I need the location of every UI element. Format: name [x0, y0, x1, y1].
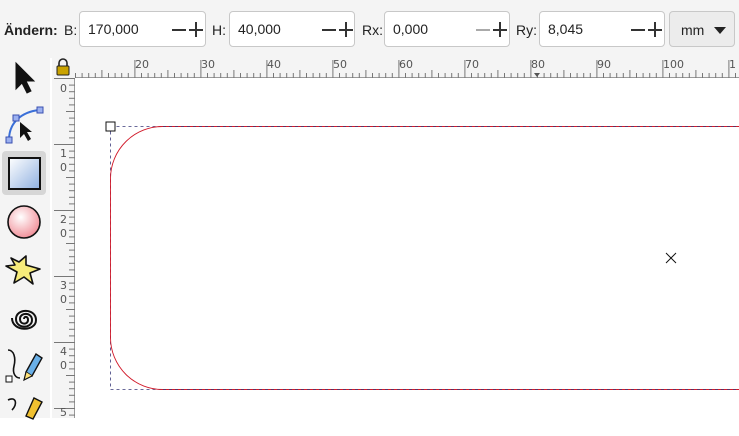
ruler-label: 0: [60, 293, 67, 306]
cursor-marker: [534, 73, 540, 77]
node-edit-icon: [2, 104, 46, 148]
ruler-label: 80: [531, 58, 545, 71]
ruler-label: 1: [729, 58, 736, 71]
ry-decrement-icon[interactable]: [631, 29, 645, 31]
unit-dropdown[interactable]: mm: [669, 11, 735, 47]
ruler-label: 60: [399, 58, 413, 71]
ruler-label: 5: [60, 406, 67, 418]
rx-label: Rx:: [362, 22, 383, 38]
ruler-label: 0: [60, 359, 67, 372]
ruler-label: 0: [60, 161, 67, 174]
ruler-label: 4: [60, 345, 67, 358]
ruler-label: 70: [465, 58, 479, 71]
star-icon: [2, 248, 46, 292]
node-tool[interactable]: [2, 104, 46, 148]
ruler-label: 0: [60, 82, 67, 95]
ruler-label: 30: [201, 58, 215, 71]
horizontal-ruler-scale: 20 30 40 50 60 70 80 90 100 1: [75, 58, 739, 78]
ruler-label: 0: [60, 227, 67, 240]
chevron-down-icon[interactable]: [714, 27, 726, 34]
ruler-label: 50: [333, 58, 347, 71]
ruler-label: 3: [60, 279, 67, 292]
ruler-label: 100: [663, 58, 684, 71]
width-value[interactable]: 170,000: [88, 21, 139, 37]
ruler-label: 2: [60, 213, 67, 226]
rectangle-tool[interactable]: [2, 151, 46, 195]
pen-tool[interactable]: [2, 344, 46, 388]
rx-decrement-icon[interactable]: [476, 29, 490, 31]
width-decrement-icon[interactable]: [172, 29, 186, 31]
toolbox: [0, 58, 50, 418]
ry-value[interactable]: 8,045: [548, 21, 583, 37]
ruler-label: 1: [60, 147, 67, 160]
circle-icon: [2, 200, 46, 244]
vertical-ruler[interactable]: 0 1 0 2 0 3 0 4 0 5: [52, 78, 75, 418]
center-marker: [666, 253, 676, 263]
unit-value[interactable]: mm: [681, 22, 704, 38]
bounding-box: [111, 127, 739, 390]
ruler-label: 90: [597, 58, 611, 71]
ellipse-tool[interactable]: [2, 200, 46, 244]
arrow-icon: [2, 58, 46, 98]
calligraphy-icon: [2, 392, 46, 436]
star-tool[interactable]: [2, 248, 46, 292]
width-spinbox[interactable]: 170,000: [79, 11, 206, 47]
height-spinbox[interactable]: 40,000: [229, 11, 355, 47]
rx-spinbox[interactable]: 0,000: [384, 11, 510, 47]
ruler-label: 40: [267, 58, 281, 71]
ry-spinbox[interactable]: 8,045: [539, 11, 665, 47]
ruler-label: 20: [135, 58, 149, 71]
height-decrement-icon[interactable]: [322, 29, 336, 31]
height-label: H:: [212, 22, 226, 38]
height-value[interactable]: 40,000: [238, 21, 281, 37]
spiral-tool[interactable]: [2, 296, 46, 340]
vertical-ruler-scale: 0 1 0 2 0 3 0 4 0 5: [52, 78, 75, 418]
rounded-rectangle-path[interactable]: [111, 126, 739, 389]
selector-tool[interactable]: [2, 58, 46, 102]
horizontal-ruler[interactable]: 20 30 40 50 60 70 80 90 100 1: [75, 58, 739, 78]
width-label: B:: [64, 22, 77, 38]
calligraphy-tool[interactable]: [2, 392, 46, 436]
ruler-corner: [52, 58, 75, 78]
rectangle-icon: [2, 151, 46, 195]
drawing-canvas[interactable]: [75, 78, 739, 418]
lock-icon[interactable]: [52, 58, 75, 78]
rx-value[interactable]: 0,000: [393, 21, 428, 37]
radius-handle[interactable]: [106, 122, 115, 131]
spiral-icon: [2, 296, 46, 340]
pen-icon: [2, 344, 46, 388]
change-label: Ändern:: [4, 22, 58, 38]
tool-controls-bar: Ändern: B: 170,000 H: 40,000 Rx: 0,000 R…: [0, 0, 739, 58]
ry-label: Ry:: [516, 22, 537, 38]
